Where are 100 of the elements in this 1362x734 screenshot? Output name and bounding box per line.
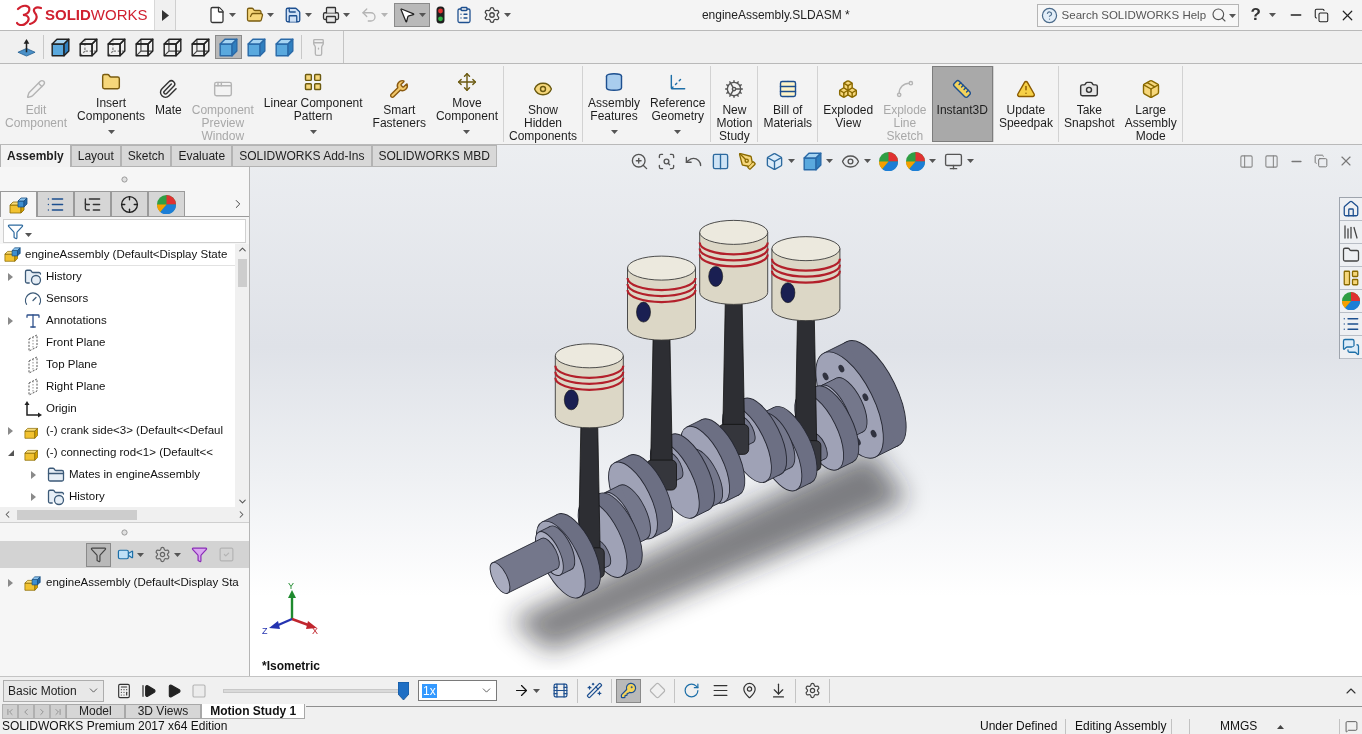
diamond-icon bbox=[649, 682, 666, 699]
edit-appearance-button[interactable] bbox=[877, 149, 900, 173]
vertical-scrollbar[interactable] bbox=[235, 244, 249, 507]
show-hidden-button[interactable]: Show Hidden Components bbox=[503, 66, 582, 142]
apply-scene-button[interactable] bbox=[904, 149, 938, 173]
triangle-right-icon[interactable] bbox=[8, 273, 13, 281]
timeline-slider-track[interactable] bbox=[223, 681, 409, 700]
motion-study-tab[interactable]: 3D Views bbox=[124, 704, 202, 719]
tree-item[interactable]: Front Plane bbox=[46, 334, 106, 352]
tree-item[interactable]: engineAssembly (Default<Display State bbox=[25, 245, 228, 264]
tree-item[interactable]: Top Plane bbox=[46, 356, 98, 374]
crosshair-icon bbox=[120, 194, 139, 214]
update-speedpak-button[interactable]: Update Speedpak bbox=[993, 66, 1058, 142]
table-icon bbox=[777, 79, 798, 99]
command-tab[interactable]: Assembly bbox=[0, 145, 71, 167]
axis-label: X bbox=[312, 625, 318, 638]
product-logo-text: SOLIDWORKS bbox=[45, 6, 148, 24]
document-title: engineAssembly.SLDASM * bbox=[701, 7, 850, 24]
display-style-button[interactable] bbox=[801, 149, 835, 173]
funnel-icon bbox=[191, 546, 208, 563]
list-icon[interactable] bbox=[1342, 315, 1360, 333]
color-ball-icon bbox=[879, 151, 898, 171]
tree-item[interactable]: Right Plane bbox=[46, 378, 106, 396]
triangle-right-icon[interactable] bbox=[8, 579, 13, 587]
triangle-right-icon[interactable] bbox=[8, 317, 13, 325]
horizontal-scrollbar[interactable] bbox=[0, 507, 249, 522]
autokey-button[interactable] bbox=[616, 678, 641, 703]
axis-label: Y bbox=[288, 580, 294, 593]
motion-study-tab[interactable]: Motion Study 1 bbox=[201, 704, 306, 719]
command-tab[interactable]: SOLIDWORKS MBD bbox=[371, 145, 497, 167]
tree-item[interactable]: Sensors bbox=[46, 290, 89, 308]
motion-study-tab[interactable]: Model bbox=[66, 704, 125, 719]
assembly-features-button[interactable]: Assembly Features bbox=[583, 66, 646, 142]
camera-icon bbox=[1079, 79, 1100, 99]
help-button[interactable]: ? bbox=[1250, 5, 1261, 25]
tree-item[interactable]: Mates in engineAssembly bbox=[69, 466, 201, 484]
scroll-thumb[interactable] bbox=[17, 509, 137, 520]
chevron-first-icon bbox=[5, 706, 15, 717]
dimxpert-tab[interactable] bbox=[111, 191, 148, 217]
command-tab[interactable]: SOLIDWORKS Add-Ins bbox=[232, 145, 372, 167]
tree-item[interactable]: History bbox=[46, 268, 82, 286]
step-forward-icon bbox=[141, 682, 157, 699]
grip-dot-icon[interactable] bbox=[121, 528, 128, 536]
insert-components-button[interactable]: Insert Components bbox=[72, 66, 151, 142]
select-button[interactable] bbox=[394, 3, 430, 27]
tree-item[interactable]: Origin bbox=[46, 400, 77, 418]
down-arrow-icon bbox=[770, 682, 787, 699]
ruler-icon bbox=[952, 79, 973, 99]
instant3d-button[interactable]: Instant3D bbox=[931, 66, 993, 142]
menu-expand-button[interactable] bbox=[155, 0, 176, 30]
tree-item[interactable]: History bbox=[69, 488, 105, 506]
units-selector[interactable]: MMGS bbox=[1220, 719, 1258, 734]
command-tab[interactable]: Layout bbox=[70, 145, 121, 167]
folder-icon[interactable] bbox=[1342, 246, 1360, 264]
funnel-icon bbox=[7, 222, 24, 240]
help-search-field[interactable]: Search SOLIDWORKS Help bbox=[1036, 3, 1239, 27]
speech-bubble-icon[interactable] bbox=[1344, 720, 1358, 733]
triangle-right-icon[interactable] bbox=[31, 471, 36, 479]
study-type-dropdown[interactable]: Basic Motion bbox=[3, 679, 104, 702]
gear-icon bbox=[154, 546, 171, 563]
reference-geometry-button[interactable]: Reference Geometry bbox=[645, 66, 711, 142]
linear-pattern-button[interactable]: Linear Component Pattern bbox=[258, 66, 368, 142]
grip-dot-icon[interactable] bbox=[121, 175, 128, 183]
large-assembly-mode-button[interactable]: Large Assembly Mode bbox=[1119, 66, 1182, 142]
move-component-button[interactable]: Move Component bbox=[430, 66, 503, 142]
cube-icon bbox=[79, 37, 98, 57]
tree-item[interactable]: Annotations bbox=[46, 312, 107, 330]
folder-clock-icon bbox=[47, 488, 65, 506]
property-manager-tab[interactable] bbox=[37, 191, 74, 217]
restore-icon[interactable] bbox=[1314, 7, 1329, 23]
filter-button[interactable] bbox=[86, 542, 111, 567]
take-snapshot-button[interactable]: Take Snapshot bbox=[1058, 66, 1120, 142]
exploded-view-button[interactable]: Exploded View bbox=[818, 66, 879, 142]
color-ball-icon[interactable] bbox=[1342, 292, 1360, 310]
layout-icon[interactable] bbox=[1342, 269, 1360, 287]
cube-shaded-button[interactable] bbox=[215, 35, 242, 59]
tree-item[interactable]: (-) crank side<3> (Default<<Defaul bbox=[46, 422, 224, 440]
tree-item[interactable]: engineAssembly (Default<Display Sta bbox=[46, 574, 239, 592]
command-tab[interactable]: Evaluate bbox=[171, 145, 233, 167]
tree-item[interactable]: (-) connecting rod<1> (Default<< bbox=[46, 444, 213, 462]
triangle-right-icon[interactable] bbox=[31, 493, 36, 501]
slider-handle[interactable] bbox=[398, 681, 409, 700]
filter-field[interactable] bbox=[3, 219, 246, 243]
new-motion-study-button[interactable]: New Motion Study bbox=[711, 66, 758, 142]
books-icon[interactable] bbox=[1342, 223, 1360, 241]
film-icon bbox=[552, 682, 569, 699]
panel-left-icon[interactable] bbox=[1239, 153, 1254, 169]
configuration-manager-tab[interactable] bbox=[74, 191, 111, 217]
bill-of-materials-button[interactable]: Bill of Materials bbox=[758, 66, 818, 142]
smart-fasteners-button[interactable]: Smart Fasteners bbox=[367, 66, 431, 142]
scroll-thumb[interactable] bbox=[237, 259, 247, 287]
triangle-down-icon[interactable] bbox=[8, 450, 14, 456]
chat-bubbles-icon[interactable] bbox=[1342, 338, 1360, 356]
triangle-right-icon[interactable] bbox=[8, 427, 13, 435]
mate-button[interactable]: Mate bbox=[150, 66, 187, 142]
house-icon[interactable] bbox=[1342, 200, 1360, 218]
feature-tree-tab[interactable] bbox=[0, 191, 37, 217]
panel-right-icon[interactable] bbox=[1264, 153, 1279, 169]
cube-icon bbox=[51, 37, 70, 57]
command-tab[interactable]: Sketch bbox=[120, 145, 172, 167]
